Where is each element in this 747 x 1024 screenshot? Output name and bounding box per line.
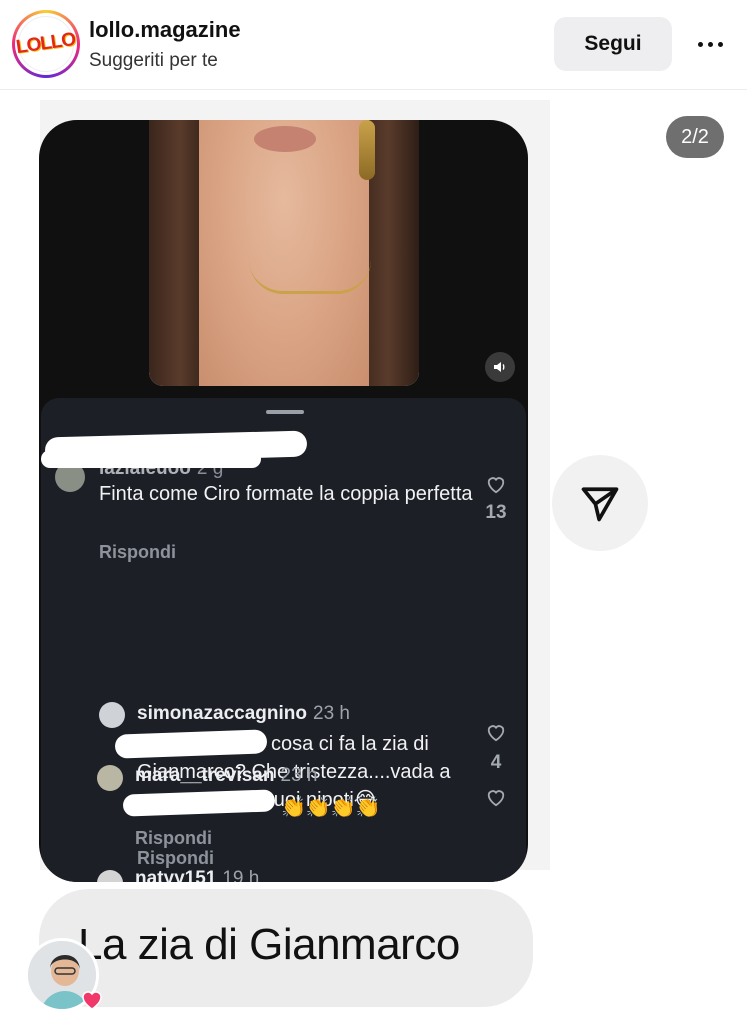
profile-username[interactable]: lollo.magazine — [89, 17, 241, 43]
logo-text: LOLLO — [15, 28, 77, 59]
follow-button[interactable]: Segui — [554, 17, 672, 71]
profile-avatar[interactable]: LOLLO — [12, 10, 80, 78]
comment-avatar[interactable] — [97, 765, 123, 791]
heart-filled-icon — [82, 991, 102, 1010]
more-options-icon[interactable] — [690, 28, 730, 60]
lips — [254, 126, 316, 152]
speaker-icon[interactable] — [485, 352, 515, 382]
reply-button[interactable]: Rispondi — [135, 828, 212, 849]
comment-text: 👏👏👏👏 — [281, 797, 381, 819]
send-icon[interactable] — [552, 455, 648, 551]
necklace — [249, 260, 371, 294]
redaction-mark — [122, 789, 276, 817]
comments-lower: mara__trevisan 23 h 👏👏👏👏 Rispondi natyy15… — [39, 398, 528, 882]
comment-username[interactable]: mara__trevisan 23 h — [135, 765, 317, 787]
suggested-label: Suggeriti per te — [89, 50, 218, 71]
lollo-logo: LOLLO — [15, 16, 77, 72]
comment-avatar[interactable] — [97, 870, 123, 882]
comment-username[interactable]: natyy151 19 h — [135, 868, 259, 882]
post-header: LOLLO lollo.magazine Suggeriti per te Se… — [0, 0, 747, 90]
earring — [359, 120, 375, 180]
heart-outline-icon[interactable] — [485, 787, 507, 807]
carousel-counter: 2/2 — [666, 116, 724, 158]
woman-photo — [149, 120, 419, 386]
post-caption: La zia di Gianmarco — [78, 920, 460, 969]
